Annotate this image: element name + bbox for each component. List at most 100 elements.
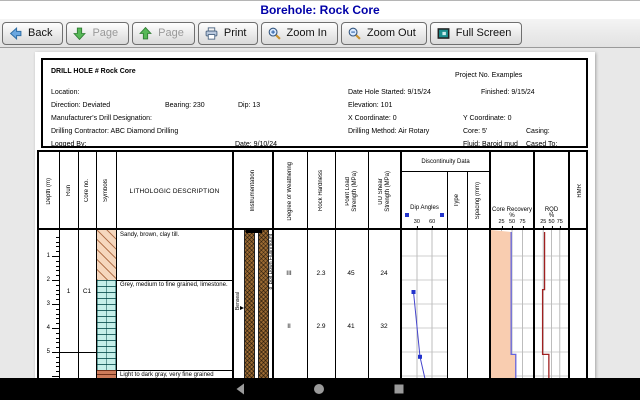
type-column [447, 230, 467, 378]
leader-arrow-icon [240, 306, 244, 310]
page-down-button[interactable]: Page [66, 22, 129, 45]
full-screen-icon [437, 27, 450, 40]
uu-shear-column [368, 230, 400, 378]
back-arrow-icon [9, 27, 22, 40]
spacing-column [467, 230, 489, 378]
col-header-lithologic-description: LITHOLOGIC DESCRIPTION [116, 152, 232, 230]
core-recovery-column [489, 230, 533, 378]
casing-field: Casing: [526, 128, 550, 135]
full-screen-button-label: Full Screen [456, 27, 512, 39]
weathering-value: II [274, 323, 304, 330]
col-header-rock-hardness: Rock Hardness [307, 152, 335, 230]
full-screen-button[interactable]: Full Screen [430, 22, 523, 45]
page-down-arrow-icon [73, 27, 86, 40]
lithology-description: Grey, medium to fine grained, limestone. [120, 282, 230, 289]
col-header-spacing: Spacing (mm) [467, 172, 489, 230]
project-no: Project No. Examples [455, 72, 522, 79]
symbols-column [96, 230, 116, 378]
date-started-field: Date Hole Started: 9/15/24 [348, 89, 431, 96]
zoom-in-button-label: Zoom In [287, 27, 327, 39]
layer-boundary-line [117, 280, 232, 281]
reading-row: III 2.3 45 24 [39, 270, 586, 278]
drill-hole-header: DRILL HOLE # Rock Core Project No. Examp… [41, 58, 588, 148]
symbols-layers [97, 230, 116, 378]
fluid-field: Fluid: Baroid mud [463, 141, 518, 148]
drilling-method-field: Drilling Method: Air Rotary [348, 128, 429, 135]
layer-boundary-line [117, 370, 232, 371]
back-button-label: Back [28, 27, 52, 39]
direction-field: Direction: Deviated [51, 102, 110, 109]
col-header-type: Type [447, 172, 467, 230]
nav-home-icon[interactable] [312, 382, 326, 396]
dip-marker-icon [440, 213, 444, 217]
dip-angles-chart [402, 230, 447, 378]
depth-column: 12345 [39, 230, 59, 378]
print-button-label: Print [224, 27, 247, 39]
android-nav-bar [0, 378, 640, 400]
zoom-out-button[interactable]: Zoom Out [341, 22, 427, 45]
hardness-value: 2.3 [306, 270, 336, 277]
run-number: 1 [61, 288, 76, 295]
description-column: Sandy, brown, clay till. Grey, medium to … [116, 230, 232, 378]
col-header-symbols: Symbols [96, 152, 116, 230]
zoom-in-button[interactable]: Zoom In [261, 22, 338, 45]
elevation-field: Elevation: 101 [348, 102, 392, 109]
point-load-column [335, 230, 368, 378]
point-load-value: 41 [336, 323, 366, 330]
log-table-body: 12345 Sandy, brown, clay till. Grey, medi… [39, 230, 586, 378]
zoom-out-button-label: Zoom Out [367, 27, 416, 39]
date-field: Date: 9/10/24 [235, 141, 277, 148]
title-bar: Borehole: Rock Core [0, 0, 640, 19]
rqd-axis-ticks: 25 50 75 [535, 219, 568, 227]
lithology-description: Sandy, brown, clay till. [120, 232, 230, 239]
core-recovery-chart [491, 230, 533, 378]
col-header-core-no: Core no. [78, 152, 96, 230]
core-field: Core: 5' [463, 128, 487, 135]
col-header-point-load: Point Load Strength (MPa) [335, 152, 368, 230]
nav-back-icon[interactable] [233, 382, 247, 396]
uu-shear-value: 32 [369, 323, 399, 330]
finished-field: Finished: 9/15/24 [481, 89, 535, 96]
y-coordinate-field: Y Coordinate: 0 [463, 115, 512, 122]
page-up-arrow-icon [139, 27, 152, 40]
location-field: Location: [51, 89, 79, 96]
page-up-button-label: Page [158, 27, 184, 39]
dip-angles-column [400, 230, 447, 378]
depth-ruler: 12345 [39, 230, 59, 378]
document-viewer[interactable]: DRILL HOLE # Rock Core Project No. Examp… [0, 48, 640, 378]
core-number: C1 [79, 288, 95, 295]
x-coordinate-field: X Coordinate: 0 [348, 115, 397, 122]
dip-field: Dip: 13 [238, 102, 260, 109]
nav-recents-icon[interactable] [392, 382, 406, 396]
hardness-column [307, 230, 335, 378]
col-header-rmr: RMR [568, 152, 590, 230]
core-run-boundary-line [53, 352, 96, 353]
run-column [59, 230, 78, 378]
print-button[interactable]: Print [198, 22, 258, 45]
col-header-core-recovery: Core Recovery % 25 50 75 [489, 152, 533, 230]
dip-axis-ticks: 30 60 [402, 219, 447, 227]
lithology-layer [97, 370, 116, 378]
weathering-value: III [274, 270, 304, 277]
cased-to-field: Cased To: [526, 141, 557, 148]
log-table-header: Depth (m) Run Core no. Symbols LITHOLOGI… [39, 152, 586, 230]
lithologic-descriptions: Sandy, brown, clay till. Grey, medium to … [117, 230, 232, 378]
col-header-dip-angles: Dip Angles 30 60 [400, 172, 447, 230]
back-button[interactable]: Back [2, 22, 63, 45]
instrument-cap [246, 230, 262, 233]
col-header-depth: Depth (m) [39, 152, 59, 230]
zoom-in-icon [268, 27, 281, 40]
core-no-column [78, 230, 96, 378]
drilling-contractor-field: Drilling Contractor: ABC Diamond Drillin… [51, 128, 178, 135]
weathering-column [272, 230, 307, 378]
hardness-value: 2.9 [306, 323, 336, 330]
page-down-button-label: Page [92, 27, 118, 39]
uu-shear-value: 24 [369, 270, 399, 277]
col-header-discontinuity-data: Discontinuity Data [400, 152, 489, 172]
dip-angles-label: Dip Angles [402, 205, 447, 211]
rmr-column [568, 230, 590, 378]
logged-by-field: Logged By: [51, 141, 86, 148]
log-table: Depth (m) Run Core no. Symbols LITHOLOGI… [37, 150, 588, 378]
toolbar: Back Page Page Print Zoo [0, 19, 640, 48]
page-up-button[interactable]: Page [132, 22, 195, 45]
